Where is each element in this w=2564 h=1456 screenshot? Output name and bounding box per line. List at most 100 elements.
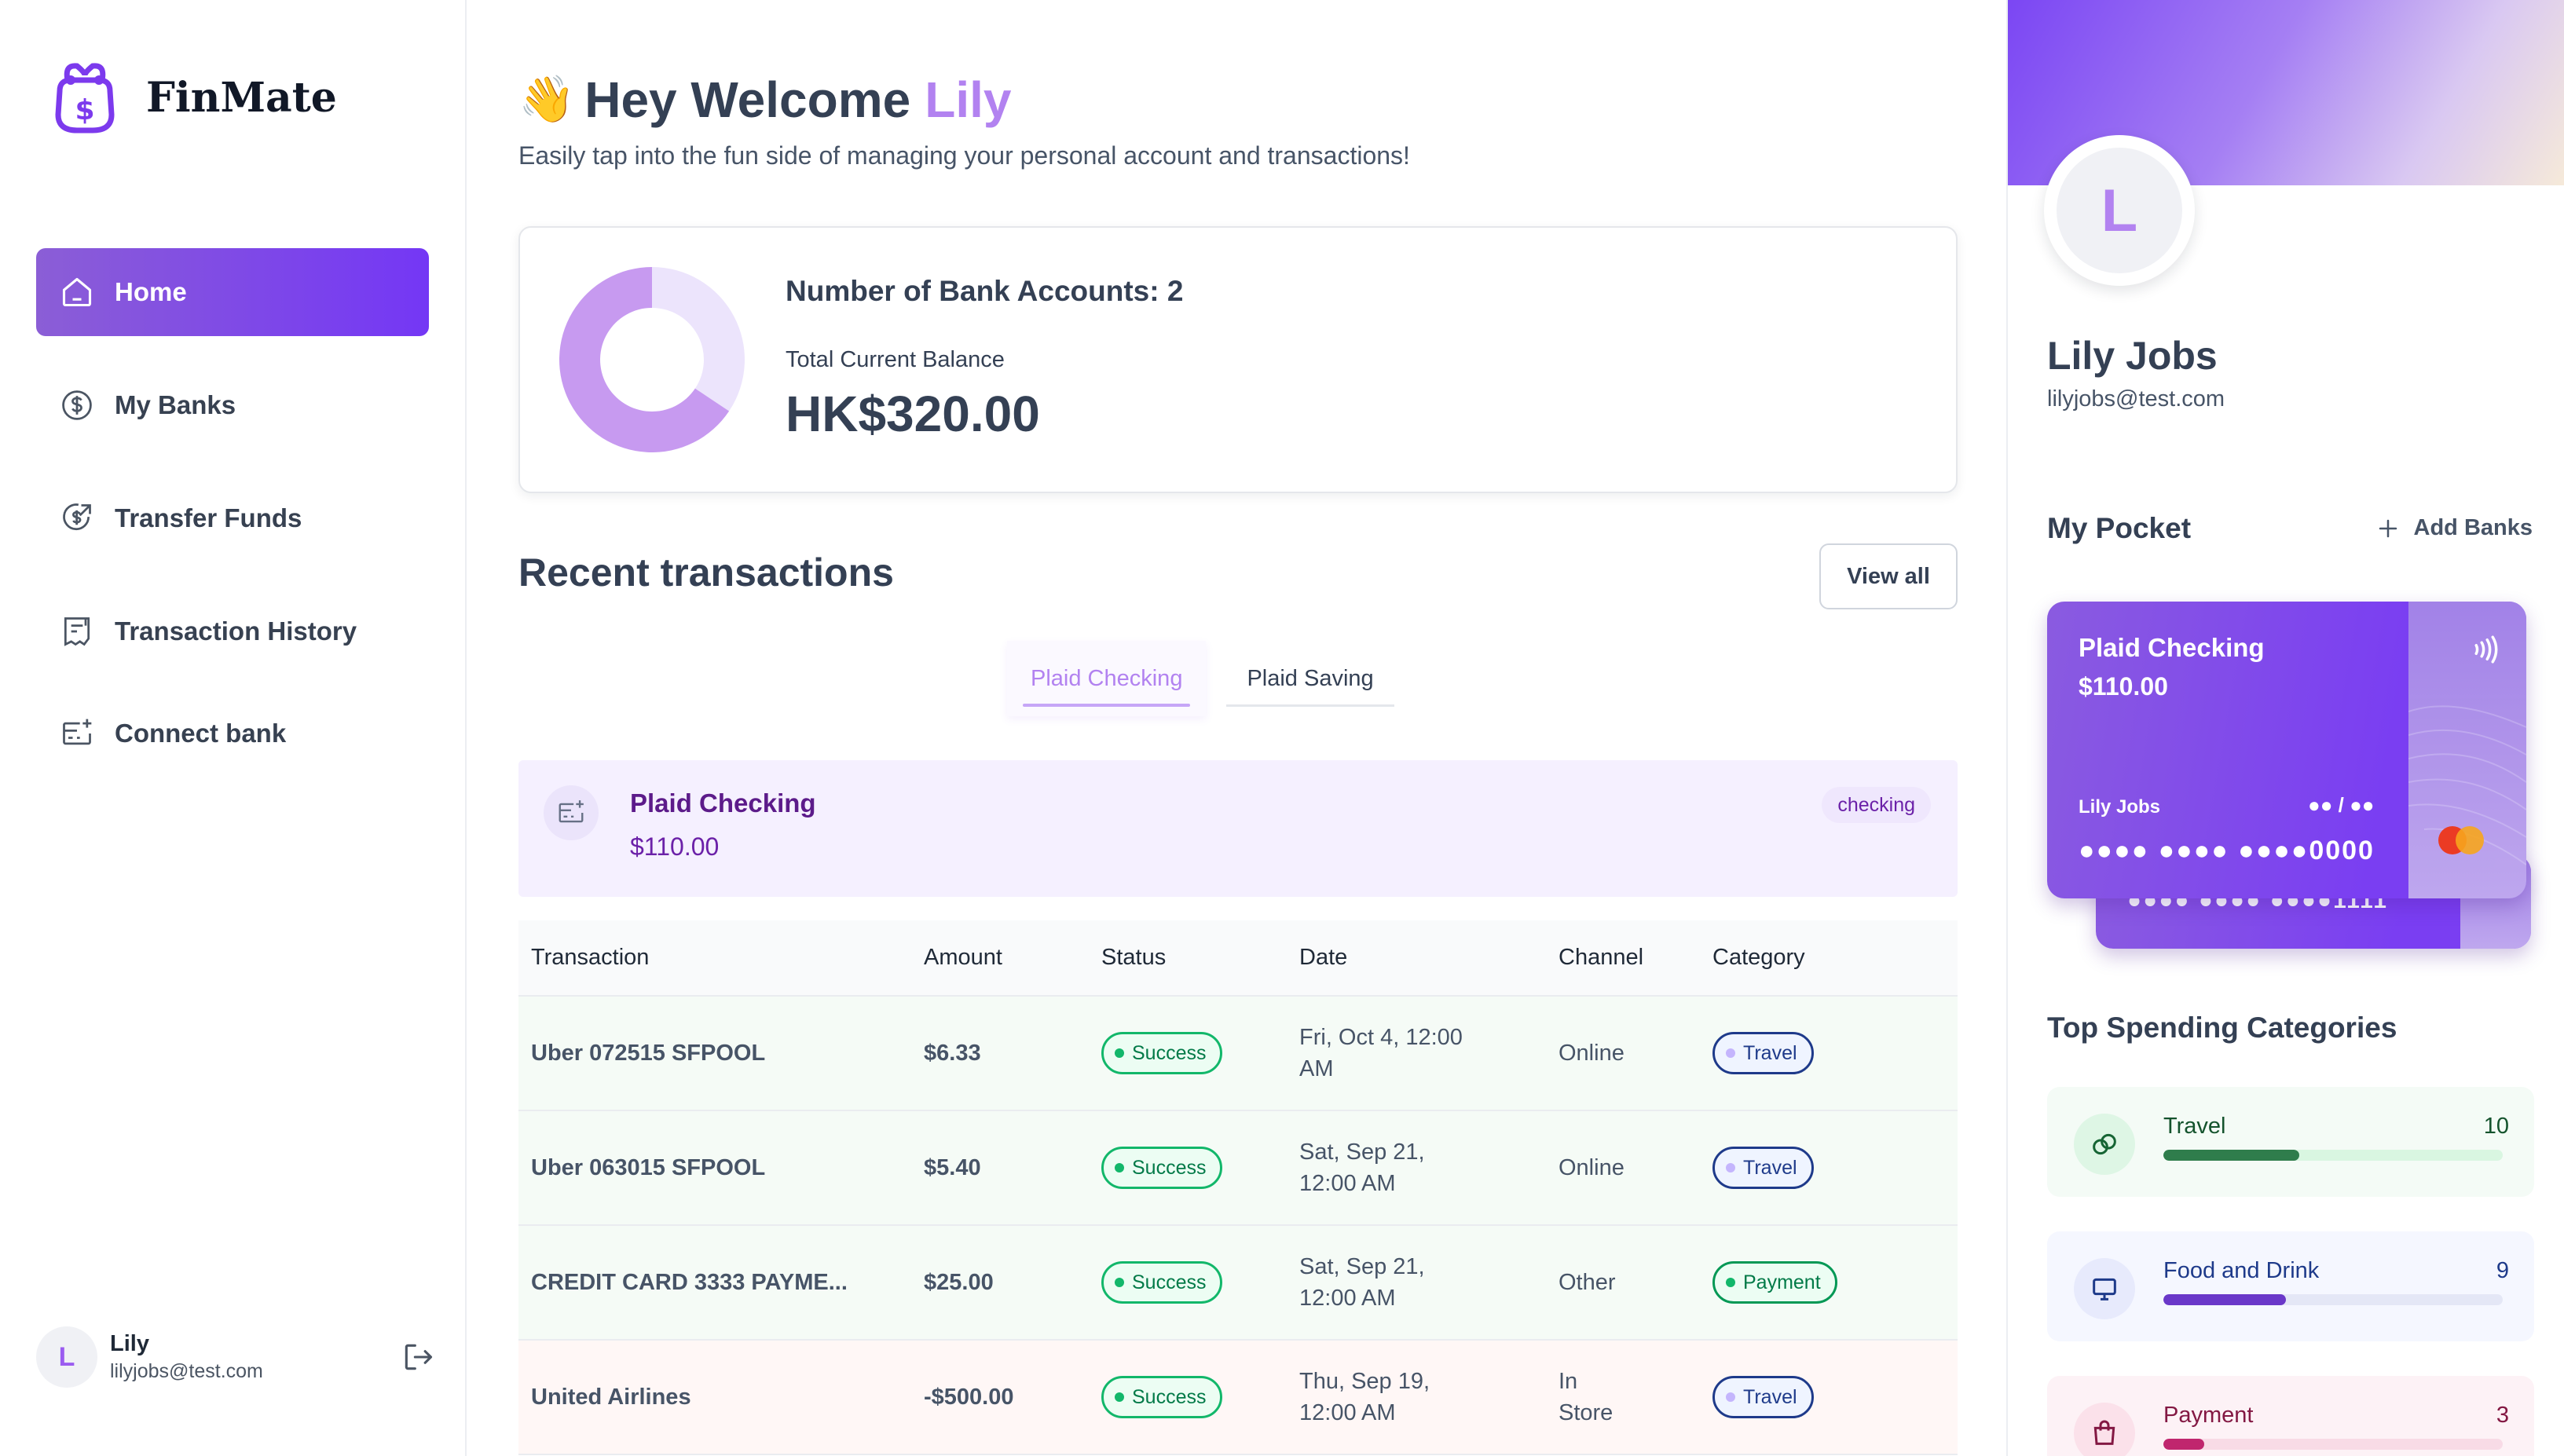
category-text: Payment [1743,1271,1821,1293]
page-title: 👋 Hey Welcome Lily [518,71,1011,129]
monitor-icon [2093,1278,2116,1301]
status-dot [1115,1048,1124,1058]
category-dot [1726,1163,1735,1172]
transaction-name: Uber 063015 SFPOOL [518,1110,911,1226]
svg-text:$: $ [75,94,94,126]
card-balance: $110.00 [2079,672,2168,701]
app-name: FinMate [146,73,337,122]
transaction-date: Sat, Sep 21, 12:00 AM [1287,1110,1546,1226]
table-row[interactable]: United Airlines -$500.00 Success Thu, Se… [518,1340,1958,1455]
wallet-logo-icon: $ [55,63,115,134]
account-icon [544,785,599,840]
transaction-channel: In Store [1546,1340,1700,1455]
category-icon [2074,1403,2135,1456]
plus-icon [2379,519,2397,537]
bank-card-front[interactable]: Plaid Checking $110.00 Lily Jobs ●● / ●●… [2047,602,2526,898]
transaction-amount: $25.00 [911,1225,1089,1341]
profile-name: Lily Jobs [2047,334,2218,378]
table-row[interactable]: Uber 063015 SFPOOL $5.40 Success Sat, Se… [518,1110,1958,1226]
logout-icon [405,1344,433,1370]
date-text: Fri, Oct 4, 12:00 AM [1299,1025,1463,1081]
table-row[interactable]: CREDIT CARD 3333 PAYME... $25.00 Success… [518,1225,1958,1341]
transaction-name: CREDIT CARD 3333 PAYME... [518,1225,911,1341]
status-badge: Success [1101,1147,1223,1189]
profile-avatar[interactable]: L [2044,135,2195,286]
col-header: Amount [911,920,1089,997]
col-header: Transaction [518,920,911,997]
transaction-amount: $5.40 [911,1110,1089,1226]
status-badge: Success [1101,1032,1223,1074]
tab-plaid-checking[interactable]: Plaid Checking [1007,641,1207,716]
spending-item-food-and-drink[interactable]: Food and Drink 9 [2047,1231,2534,1341]
category-progress [2163,1294,2503,1305]
date-text: Sat, Sep 21, 12:00 AM [1299,1254,1425,1311]
transactions-table: Transaction Amount Status Date Channel C… [518,920,1958,1455]
add-banks-button[interactable]: Add Banks [2376,515,2533,541]
spending-item-travel[interactable]: Travel 10 [2047,1087,2534,1197]
category-count: 10 [2483,1114,2509,1139]
nav-label: Home [115,277,187,306]
col-header: Status [1089,920,1287,997]
status-text: Success [1132,1041,1207,1064]
user-email: lilyjobs@test.com [110,1360,263,1382]
status-text: Success [1132,1156,1207,1179]
transaction-date: Sat, Sep 21, 12:00 AM [1287,1225,1546,1341]
profile-initial: L [2057,148,2182,273]
transaction-name: Uber 072515 SFPOOL [518,996,911,1111]
nav-label: My Banks [115,390,236,419]
nav-item-transaction-history[interactable]: Transaction History [36,587,429,675]
card-expiry: ●● / ●● [2308,793,2375,817]
nav-item-my-banks[interactable]: My Banks [36,361,429,449]
status-text: Success [1132,1271,1207,1293]
category-dot [1726,1048,1735,1058]
spending-item-payment[interactable]: Payment 3 [2047,1376,2534,1456]
wave-emoji: 👋 [518,74,576,125]
category-badge: Travel [1712,1032,1814,1074]
top-spending-title: Top Spending Categories [2047,1012,2397,1044]
logout-button[interactable] [401,1340,435,1374]
transaction-channel: Online [1546,996,1700,1111]
profile-panel: L Lily Jobs lilyjobs@test.com My Pocket … [2006,0,2564,1456]
category-label: Payment [2163,1403,2254,1428]
view-all-button[interactable]: View all [1819,543,1958,609]
status-cell: Success [1089,1110,1287,1226]
status-badge: Success [1101,1261,1223,1304]
nav-label: Connect bank [115,719,287,748]
transaction-amount: -$500.00 [911,1340,1089,1455]
category-cell: Payment [1700,1225,1958,1341]
link-icon [2093,1133,2116,1155]
total-balance-label: Total Current Balance [786,347,1005,372]
category-badge: Payment [1712,1261,1837,1304]
balance-donut-chart [559,267,745,452]
status-dot [1115,1392,1124,1402]
nav-item-connect-bank[interactable]: Connect bank [36,690,429,777]
transaction-amount: $6.33 [911,996,1089,1111]
category-icon [2074,1258,2135,1319]
category-progress-fill [2163,1150,2299,1161]
bag-icon [2093,1420,2115,1445]
greeting-name: Lily [925,71,1012,128]
selected-account-banner: Plaid Checking $110.00 checking [518,760,1958,897]
user-name: Lily [110,1331,149,1356]
nav-item-home[interactable]: Home [36,248,429,336]
date-text: Thu, Sep 19, 12:00 AM [1299,1369,1430,1425]
app-logo[interactable]: $ FinMate [44,57,337,138]
tab-plaid-saving[interactable]: Plaid Saving [1223,641,1397,716]
category-dot [1726,1278,1735,1287]
category-cell: Travel [1700,1340,1958,1455]
col-header: Category [1700,920,1958,997]
avatar[interactable]: L [36,1326,97,1388]
mastercard-icon [2438,826,2484,854]
bank-accounts-count: Number of Bank Accounts: 2 [786,275,1184,307]
table-row[interactable]: Uber 072515 SFPOOL $6.33 Success Fri, Oc… [518,996,1958,1111]
category-text: Travel [1743,1385,1797,1408]
category-count: 9 [2496,1258,2509,1283]
category-badge: Travel [1712,1376,1814,1418]
status-cell: Success [1089,996,1287,1111]
add-banks-label: Add Banks [2413,515,2533,540]
table-header-row: Transaction Amount Status Date Channel C… [518,920,1958,997]
user-footer: L Lily lilyjobs@test.com [36,1324,435,1390]
my-pocket-title: My Pocket [2047,512,2192,544]
card-bank-name: Plaid Checking [2079,633,2265,662]
nav-item-transfer-funds[interactable]: Transfer Funds [36,474,429,562]
